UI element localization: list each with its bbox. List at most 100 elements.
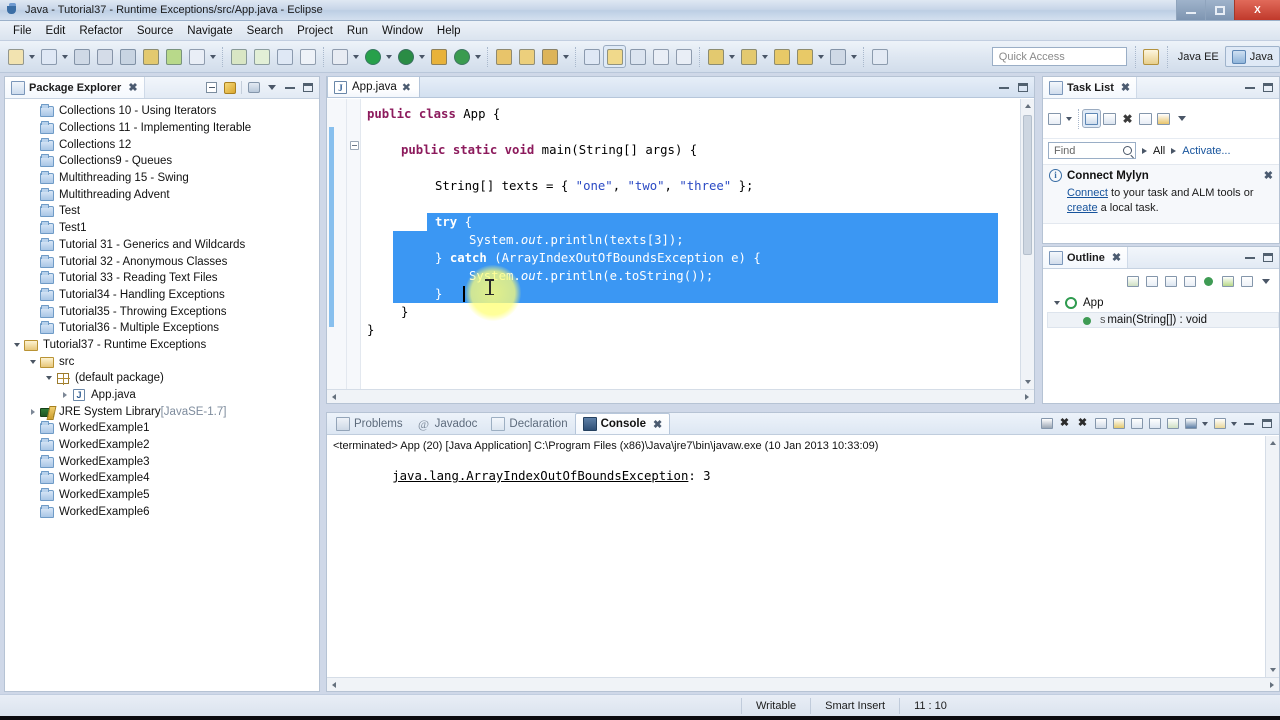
next-annotation-button[interactable] [738, 46, 759, 67]
remove-all-terminated-icon[interactable]: ✖ [1074, 415, 1091, 432]
console-output[interactable]: <terminated> App (20) [Java Application]… [327, 436, 1279, 691]
tree-item-test[interactable]: Test [5, 203, 319, 220]
previous-annotation-button[interactable] [705, 46, 726, 67]
new-task-icon-dropdown-arrow[interactable] [1064, 111, 1073, 127]
tab-package-explorer[interactable]: Package Explorer ✖ [5, 77, 145, 98]
filter-all-label[interactable]: All [1153, 145, 1165, 157]
collapse-all-icon[interactable] [1137, 110, 1154, 127]
build-all-dropdown-arrow[interactable] [208, 49, 217, 65]
tree-item-collections-12[interactable]: Collections 12 [5, 136, 319, 153]
tab-console[interactable]: Console ✖ [574, 413, 671, 434]
tree-item-collections-11-implementing-iterable[interactable]: Collections 11 - Implementing Iterable [5, 120, 319, 137]
debug-dropdown-arrow[interactable] [351, 49, 360, 65]
open-task-button[interactable] [516, 46, 537, 67]
new-java-project-dropdown-arrow[interactable] [60, 49, 69, 65]
external-tools-dropdown-arrow[interactable] [417, 49, 426, 65]
open-console-icon-dropdown-arrow[interactable] [1229, 416, 1238, 432]
new-java-project-button[interactable] [38, 46, 59, 67]
tree-item-tutorial-33-reading-text-files[interactable]: Tutorial 33 - Reading Text Files [5, 270, 319, 287]
menu-refactor[interactable]: Refactor [72, 23, 129, 39]
tree-item-src[interactable]: src [5, 353, 319, 370]
mylyn-create-link[interactable]: create [1067, 202, 1098, 214]
clear-console-icon[interactable] [1092, 415, 1109, 432]
mark-occurrences-button[interactable] [603, 45, 626, 68]
tab-task-list[interactable]: Task List ✖ [1043, 77, 1138, 98]
close-tab-icon[interactable]: ✖ [402, 81, 411, 94]
scroll-up-arrow[interactable] [1021, 99, 1035, 113]
menu-run[interactable]: Run [340, 23, 375, 39]
new-java-class-button[interactable] [428, 46, 449, 67]
maximize-icon[interactable] [1014, 79, 1031, 96]
filter-activate-arrow-icon[interactable] [1171, 147, 1177, 154]
tree-twisty-open-icon[interactable] [43, 372, 55, 384]
synchronize-changed-icon[interactable] [1155, 110, 1172, 127]
new-wizard-dropdown-arrow[interactable] [27, 49, 36, 65]
open-console-icon[interactable] [1211, 415, 1228, 432]
categorized-presentation-icon[interactable] [1082, 109, 1101, 128]
menu-search[interactable]: Search [240, 23, 290, 39]
tree-item-workedexample3[interactable]: WorkedExample3 [5, 453, 319, 470]
menu-source[interactable]: Source [130, 23, 180, 39]
console-scroll-left-arrow[interactable] [327, 678, 341, 692]
minimize-icon[interactable] [281, 79, 298, 96]
tree-twisty-open-icon[interactable] [27, 356, 39, 368]
scroll-right-arrow[interactable] [1020, 390, 1034, 404]
console-exception-link[interactable]: java.lang.ArrayIndexOutOfBoundsException [392, 469, 688, 483]
run-button[interactable] [362, 46, 383, 67]
maximize-icon[interactable] [299, 79, 316, 96]
collapse-all-icon[interactable] [203, 79, 220, 96]
import-button[interactable] [140, 46, 161, 67]
view-menu-icon[interactable] [1257, 273, 1274, 290]
back-button[interactable] [771, 46, 792, 67]
console-vertical-scrollbar[interactable] [1265, 436, 1279, 677]
view-menu-icon[interactable] [263, 79, 280, 96]
minimize-icon[interactable] [1241, 79, 1258, 96]
new-wizard-button[interactable] [5, 46, 26, 67]
print-button[interactable] [117, 46, 138, 67]
search-magnifier-icon[interactable] [1123, 146, 1134, 159]
editor-folding-ruler[interactable] [347, 99, 361, 403]
code-area[interactable]: public class App {public static void mai… [361, 99, 1020, 403]
tree-item-workedexample5[interactable]: WorkedExample5 [5, 487, 319, 504]
tree-item-collections-10-using-iterators[interactable]: Collections 10 - Using Iterators [5, 103, 319, 120]
link-with-editor-icon[interactable] [221, 79, 238, 96]
tab-app-java[interactable]: J App.java ✖ [327, 76, 420, 97]
new-window-button[interactable] [869, 46, 890, 67]
vertical-scroll-thumb[interactable] [1023, 115, 1032, 255]
console-scroll-right-arrow[interactable] [1265, 678, 1279, 692]
last-edit-location-dropdown-arrow[interactable] [849, 49, 858, 65]
minimize-icon[interactable] [995, 79, 1012, 96]
pilcrow-button[interactable] [673, 46, 694, 67]
outline-tree[interactable]: App Smain(String[]) : void [1043, 293, 1279, 329]
previous-annotation-dropdown-arrow[interactable] [727, 49, 736, 65]
perspective-javaee-button[interactable]: Java EE [1172, 46, 1225, 67]
tree-item-default-package[interactable]: (default package) [5, 370, 319, 387]
scroll-lock-icon[interactable] [1110, 415, 1127, 432]
view-menu-filter-icon[interactable] [245, 79, 262, 96]
tree-item-test1[interactable]: Test1 [5, 220, 319, 237]
close-notice-icon[interactable]: ✖ [1264, 169, 1273, 182]
view-menu-icon[interactable] [1173, 110, 1190, 127]
tree-item-multithreading-15-swing[interactable]: Multithreading 15 - Swing [5, 170, 319, 187]
tree-item-workedexample6[interactable]: WorkedExample6 [5, 504, 319, 521]
debug-button[interactable] [329, 46, 350, 67]
outline-item-main-string-void[interactable]: Smain(String[]) : void [1047, 311, 1279, 329]
tree-item-tutorial37-runtime-exceptions[interactable]: Tutorial37 - Runtime Exceptions [5, 337, 319, 354]
console-scroll-down-arrow[interactable] [1266, 663, 1280, 677]
filter-all-arrow-icon[interactable] [1142, 147, 1147, 154]
tree-item-tutorial34-handling-exceptions[interactable]: Tutorial34 - Handling Exceptions [5, 287, 319, 304]
tab-javadoc[interactable]: @ Javadoc [410, 413, 485, 434]
tree-item-workedexample2[interactable]: WorkedExample2 [5, 437, 319, 454]
scheduled-presentation-icon[interactable] [1101, 110, 1118, 127]
close-tab-icon[interactable]: ✖ [653, 418, 662, 431]
terminate-icon[interactable] [1038, 415, 1055, 432]
outline-item-app[interactable]: App [1047, 295, 1279, 312]
tree-item-tutorial-31-generics-and-wildcards[interactable]: Tutorial 31 - Generics and Wildcards [5, 237, 319, 254]
open-perspective-button[interactable] [1141, 46, 1162, 67]
menu-project[interactable]: Project [290, 23, 340, 39]
maximize-icon[interactable] [1259, 79, 1276, 96]
filter-activate-label[interactable]: Activate... [1182, 145, 1230, 157]
maximize-icon[interactable] [1259, 249, 1276, 266]
hide-non-public-icon[interactable] [1181, 273, 1198, 290]
new-annotation-button[interactable] [274, 46, 295, 67]
